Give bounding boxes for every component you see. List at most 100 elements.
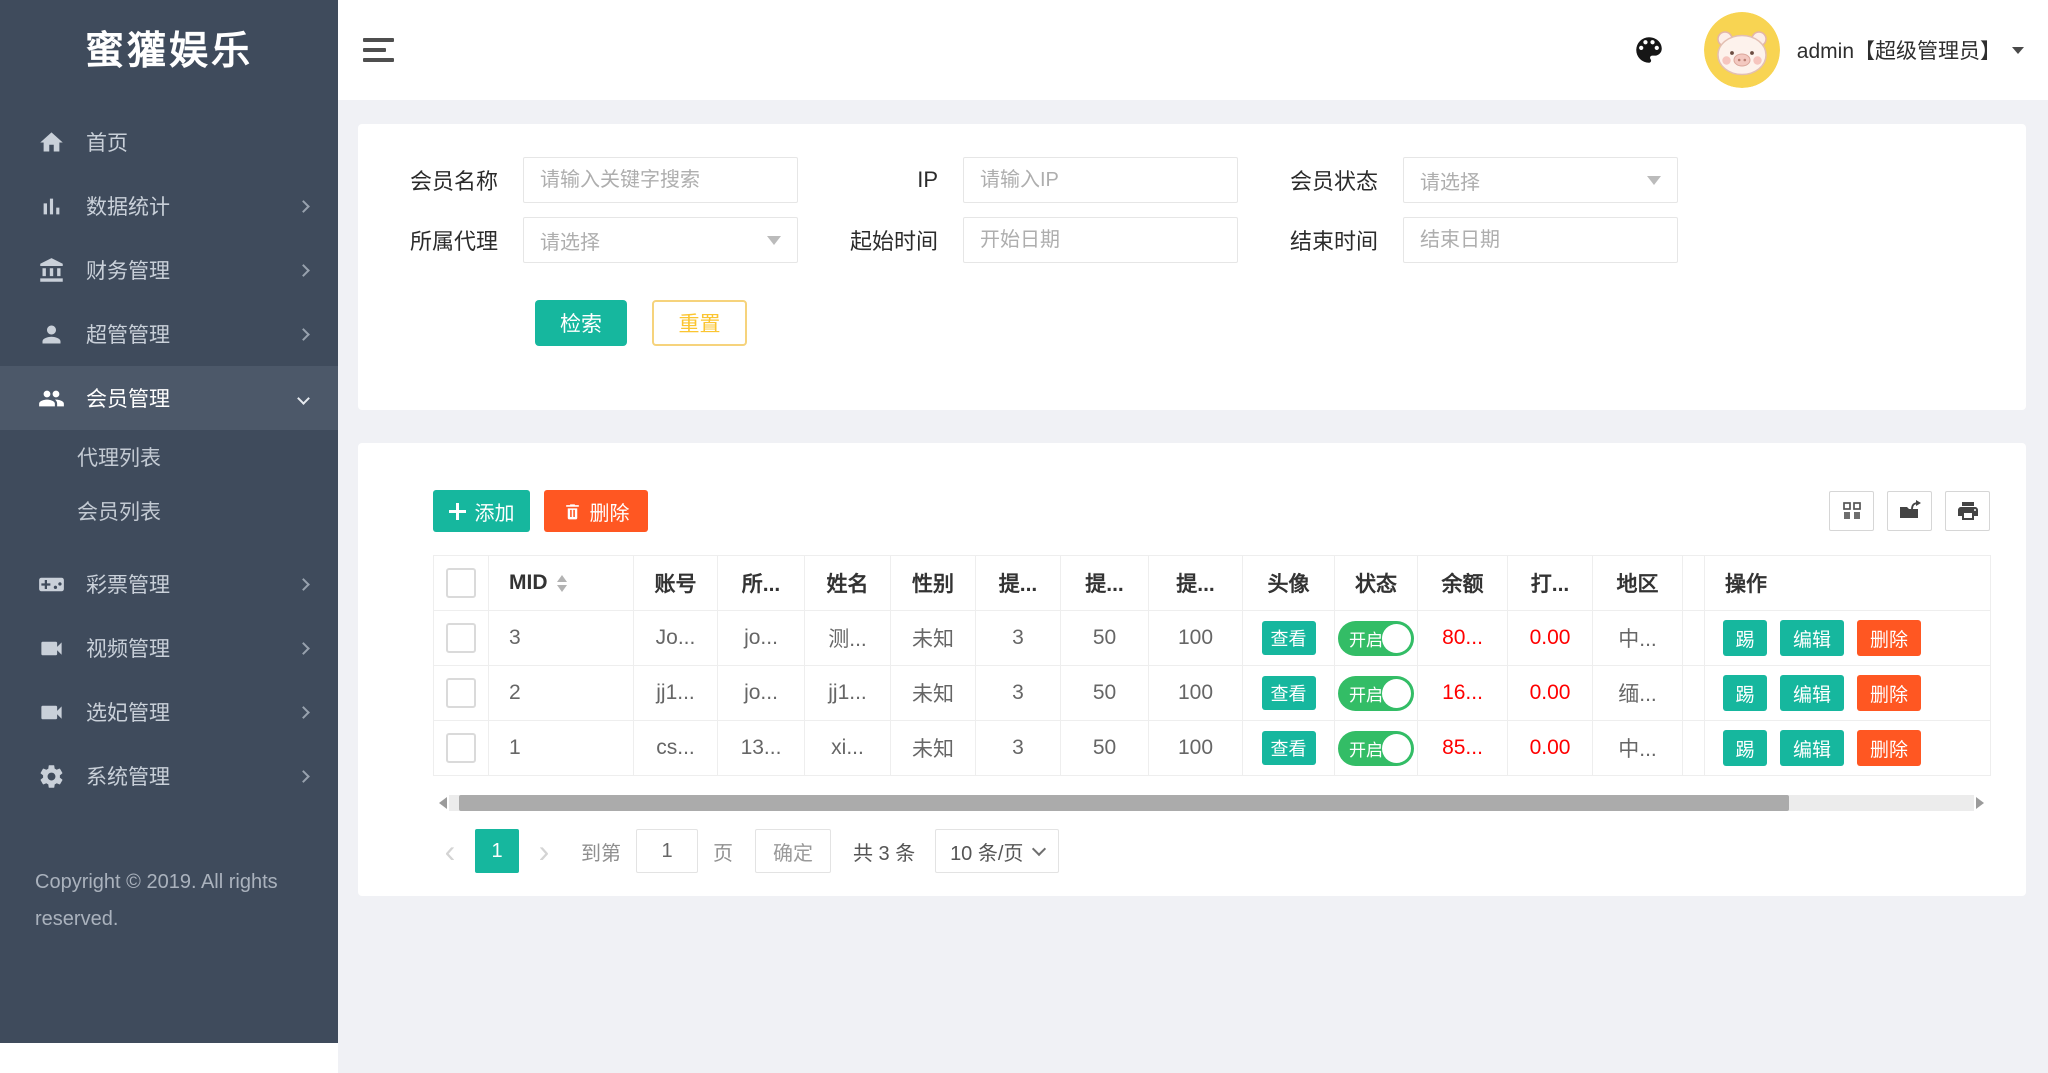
video-icon — [38, 635, 65, 662]
cell-name: xi... — [805, 721, 891, 776]
start-time-field: 起始时间 — [798, 217, 1238, 263]
cell-t1: 3 — [976, 611, 1061, 666]
view-avatar-button[interactable]: 查看 — [1262, 676, 1316, 710]
print-button[interactable] — [1945, 491, 1990, 531]
edit-button[interactable]: 编辑 — [1780, 730, 1844, 766]
sidebar-item-system[interactable]: 系统管理 — [0, 744, 338, 808]
plus-icon — [449, 503, 466, 520]
header-account: 账号 — [634, 556, 718, 611]
export-button[interactable] — [1887, 491, 1932, 531]
cell-clipped — [1683, 666, 1705, 721]
sidebar-item-member-list[interactable]: 会员列表 — [0, 486, 338, 540]
sort-icon[interactable] — [557, 570, 567, 597]
scrollbar-thumb[interactable] — [459, 795, 1789, 811]
view-avatar-button[interactable]: 查看 — [1262, 731, 1316, 765]
sidebar-item-statistics[interactable]: 数据统计 — [0, 174, 338, 238]
select-caret-icon — [1647, 176, 1661, 192]
status-toggle[interactable]: 开启 — [1338, 621, 1414, 656]
theme-palette-icon[interactable] — [1632, 33, 1666, 67]
cell-balance: 80... — [1418, 611, 1508, 666]
row-delete-button[interactable]: 删除 — [1857, 675, 1921, 711]
table-toolbar: 添加 删除 — [433, 490, 1990, 532]
page-size-select[interactable]: 10 条/页 — [935, 829, 1059, 873]
sidebar-item-label: 财务管理 — [86, 255, 170, 285]
sidebar-item-video[interactable]: 视频管理 — [0, 616, 338, 680]
cell-account: jj1... — [634, 666, 718, 721]
sidebar-item-label: 会员管理 — [86, 383, 170, 413]
table-row: 2 jj1... jo... jj1... 未知 3 50 100 查看 开启 … — [434, 666, 1991, 721]
sidebar-item-superadmin[interactable]: 超管管理 — [0, 302, 338, 366]
row-delete-button[interactable]: 删除 — [1857, 730, 1921, 766]
cell-gender: 未知 — [891, 666, 976, 721]
header-t1: 提... — [976, 556, 1061, 611]
edit-button[interactable]: 编辑 — [1780, 675, 1844, 711]
table-row: 3 Jo... jo... 测... 未知 3 50 100 查看 开启 80.… — [434, 611, 1991, 666]
kick-button[interactable]: 踢 — [1723, 730, 1767, 766]
cell-t1: 3 — [976, 721, 1061, 776]
member-name-input[interactable] — [523, 157, 798, 203]
agent-label: 所属代理 — [358, 224, 523, 256]
delete-button[interactable]: 删除 — [544, 490, 648, 532]
sidebar-item-label: 数据统计 — [86, 191, 170, 221]
header-name: 姓名 — [805, 556, 891, 611]
cell-balance: 16... — [1418, 666, 1508, 721]
cell-clipped — [1683, 611, 1705, 666]
header-clipped — [1683, 556, 1705, 611]
user-avatar[interactable] — [1704, 12, 1780, 88]
kick-button[interactable]: 踢 — [1723, 675, 1767, 711]
status-toggle[interactable]: 开启 — [1338, 731, 1414, 766]
chevron-right-icon — [297, 642, 310, 655]
agent-select[interactable]: 请选择 — [523, 217, 798, 263]
filter-row-1: 会员名称 IP 会员状态 请选择 — [358, 157, 2026, 203]
sidebar-item-label: 选妃管理 — [86, 697, 170, 727]
scroll-right-icon[interactable] — [1976, 797, 1990, 809]
ip-input[interactable] — [963, 157, 1238, 203]
sidebar-item-concubine[interactable]: 选妃管理 — [0, 680, 338, 744]
add-button[interactable]: 添加 — [433, 490, 530, 532]
sidebar-item-members[interactable]: 会员管理 — [0, 366, 338, 430]
cell-t3: 100 — [1149, 611, 1243, 666]
end-time-field: 结束时间 — [1238, 217, 1678, 263]
chevron-right-icon — [297, 578, 310, 591]
filter-columns-button[interactable] — [1829, 491, 1874, 531]
edit-button[interactable]: 编辑 — [1780, 620, 1844, 656]
end-date-input[interactable] — [1403, 217, 1678, 263]
sidebar-item-lottery[interactable]: 彩票管理 — [0, 552, 338, 616]
start-date-input[interactable] — [963, 217, 1238, 263]
sidebar-item-agent-list[interactable]: 代理列表 — [0, 432, 338, 486]
status-toggle[interactable]: 开启 — [1338, 676, 1414, 711]
member-name-field: 会员名称 — [358, 157, 798, 203]
cell-t2: 50 — [1061, 666, 1149, 721]
sidebar-item-label: 超管管理 — [86, 319, 170, 349]
row-checkbox[interactable] — [446, 733, 476, 763]
kick-button[interactable]: 踢 — [1723, 620, 1767, 656]
goto-page-input[interactable] — [636, 829, 698, 873]
scroll-left-icon[interactable] — [433, 797, 447, 809]
next-page-button[interactable]: › — [527, 834, 561, 868]
gear-icon — [38, 763, 65, 790]
chevron-right-icon — [297, 770, 310, 783]
filter-panel: 会员名称 IP 会员状态 请选择 所属代理 请选择 — [358, 124, 2026, 410]
select-all-checkbox[interactable] — [446, 568, 476, 598]
trash-icon — [563, 502, 582, 521]
row-checkbox[interactable] — [446, 623, 476, 653]
cell-actions: 踢编辑删除 — [1705, 666, 1991, 721]
search-button[interactable]: 检索 — [535, 300, 627, 346]
scrollbar-track[interactable] — [449, 795, 1974, 811]
prev-page-button[interactable]: ‹ — [433, 834, 467, 868]
row-checkbox[interactable] — [446, 678, 476, 708]
cell-agent: 13... — [718, 721, 805, 776]
username-text: admin【超级管理员】 — [1797, 35, 2001, 65]
reset-button[interactable]: 重置 — [652, 300, 747, 346]
view-avatar-button[interactable]: 查看 — [1262, 621, 1316, 655]
user-menu[interactable]: admin【超级管理员】 — [1797, 35, 2024, 65]
sidebar-item-finance[interactable]: 财务管理 — [0, 238, 338, 302]
member-status-select[interactable]: 请选择 — [1403, 157, 1678, 203]
sidebar-item-home[interactable]: 首页 — [0, 110, 338, 174]
row-delete-button[interactable]: 删除 — [1857, 620, 1921, 656]
sidebar-item-label: 彩票管理 — [86, 569, 170, 599]
sidebar-menu: 首页 数据统计 财务管理 超管管理 会员管理 代理列表 会员列表 — [0, 110, 338, 808]
current-page-button[interactable]: 1 — [475, 829, 519, 873]
goto-confirm-button[interactable]: 确定 — [755, 829, 831, 873]
menu-toggle-icon[interactable] — [363, 32, 394, 68]
